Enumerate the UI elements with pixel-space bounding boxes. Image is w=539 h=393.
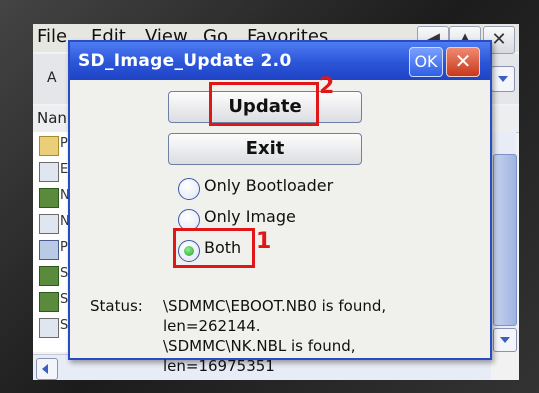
file-icon[interactable] xyxy=(39,214,59,234)
dialog-title-bar: SD_Image_Update 2.0 OK ✕ xyxy=(70,42,490,80)
folder-icon[interactable] xyxy=(39,136,59,156)
menu-file[interactable]: File xyxy=(37,26,67,47)
column-header-name: Nan xyxy=(37,109,67,127)
file-name[interactable]: E xyxy=(60,162,68,177)
system-file-icon[interactable] xyxy=(39,240,59,260)
update-annotation-number: 2 xyxy=(319,74,335,99)
file-name[interactable]: P xyxy=(60,240,68,255)
file-icon[interactable] xyxy=(39,162,59,182)
status-label: Status: xyxy=(90,297,143,315)
radio-label: Only Image xyxy=(204,207,296,226)
status-line: \SDMMC\NK.NBL is found, xyxy=(163,337,356,355)
status-line: len=16975351 xyxy=(163,357,275,375)
file-name[interactable]: P xyxy=(60,136,68,151)
radio-button[interactable] xyxy=(178,178,200,200)
update-annotation-box xyxy=(209,82,319,126)
radio-label: Only Bootloader xyxy=(204,176,334,195)
exit-button[interactable]: Exit xyxy=(168,133,362,165)
file-icon[interactable] xyxy=(39,318,59,338)
device-screen: File Edit View Go Favorites ◀ ▲ ✕ A Nan … xyxy=(33,24,519,380)
vertical-scrollbar[interactable] xyxy=(491,132,517,352)
app-icon[interactable] xyxy=(39,266,59,286)
app-icon[interactable] xyxy=(39,292,59,312)
app-icon[interactable] xyxy=(39,188,59,208)
status-line: len=262144. xyxy=(163,317,261,335)
dialog-title: SD_Image_Update 2.0 xyxy=(78,51,292,71)
both-annotation-box xyxy=(173,228,255,268)
address-dropdown-icon[interactable] xyxy=(491,66,515,92)
close-button[interactable]: ✕ xyxy=(446,47,480,77)
scroll-left-icon[interactable] xyxy=(36,358,58,380)
file-list: P E N N P S S S xyxy=(33,132,73,352)
address-text: A xyxy=(47,70,57,86)
both-annotation-number: 1 xyxy=(256,229,272,254)
scroll-down-icon[interactable] xyxy=(493,328,517,352)
radio-only-bootloader[interactable]: Only Bootloader xyxy=(178,176,378,202)
scrollbar-thumb[interactable] xyxy=(493,154,517,326)
status-line: \SDMMC\EBOOT.NB0 is found, xyxy=(163,297,387,315)
ok-button[interactable]: OK xyxy=(409,47,443,77)
